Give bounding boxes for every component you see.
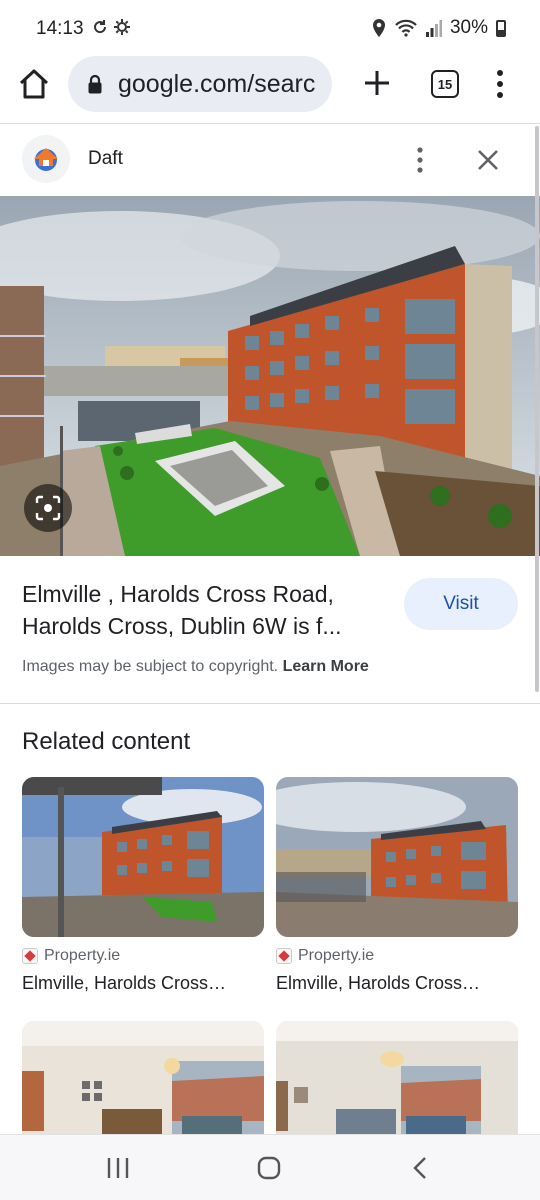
browser-toolbar: google.com/searc 15	[0, 56, 540, 122]
more-options-icon[interactable]	[408, 146, 432, 174]
source-header: Daft	[0, 124, 540, 196]
location-icon	[372, 19, 385, 37]
related-thumbnail[interactable]	[276, 777, 518, 937]
overflow-menu-icon[interactable]	[488, 68, 512, 100]
home-icon[interactable]	[16, 66, 52, 102]
tab-switcher-button[interactable]: 15	[431, 70, 459, 98]
wifi-icon	[395, 19, 417, 37]
system-navigation-bar	[0, 1134, 540, 1200]
sync-icon	[94, 20, 107, 34]
lock-icon	[88, 74, 102, 94]
status-bar: 14:13 30%	[0, 0, 540, 56]
card-title[interactable]: Elmville, Harolds Cross…	[276, 973, 518, 994]
source-name: Daft	[88, 148, 123, 169]
scrollbar[interactable]	[535, 126, 539, 692]
visit-button[interactable]: Visit	[404, 578, 518, 630]
related-card[interactable]	[276, 1021, 518, 1134]
related-card[interactable]: Property.ie Elmville, Harolds Cross…	[22, 777, 264, 994]
section-divider	[0, 703, 540, 704]
card-source-name: Property.ie	[298, 947, 375, 964]
card-title[interactable]: Elmville, Harolds Cross…	[22, 973, 264, 994]
property-ie-favicon-icon	[22, 948, 38, 964]
copyright-text: Images may be subject to copyright.	[22, 658, 279, 675]
recent-apps-icon[interactable]	[106, 1157, 130, 1179]
home-nav-icon[interactable]	[257, 1156, 281, 1180]
battery-percent: 30%	[449, 17, 488, 38]
result-image[interactable]	[0, 196, 540, 556]
lens-search-button[interactable]	[24, 484, 72, 532]
related-thumbnail[interactable]	[22, 1021, 264, 1134]
copyright-notice: Images may be subject to copyright. Lear…	[22, 658, 369, 676]
settings-gear-icon	[114, 19, 130, 35]
signal-icon	[425, 20, 442, 37]
address-bar[interactable]: google.com/searc	[68, 56, 332, 112]
back-icon[interactable]	[411, 1156, 429, 1180]
lens-icon	[35, 495, 61, 521]
card-source-name: Property.ie	[44, 947, 121, 964]
battery-icon	[496, 19, 506, 37]
related-content-heading: Related content	[22, 728, 191, 755]
status-time: 14:13	[36, 18, 84, 39]
property-ie-favicon-icon	[276, 948, 292, 964]
url-text: google.com/searc	[118, 69, 316, 98]
related-thumbnail[interactable]	[276, 1021, 518, 1134]
related-card[interactable]: Property.ie Elmville, Harolds Cross…	[276, 777, 518, 994]
result-title[interactable]: Elmville , Harolds Cross Road, Harolds C…	[22, 578, 392, 642]
related-thumbnail[interactable]	[22, 777, 264, 937]
new-tab-plus-icon[interactable]	[360, 66, 394, 100]
learn-more-link[interactable]: Learn More	[283, 658, 369, 675]
related-card[interactable]	[22, 1021, 264, 1134]
close-icon[interactable]	[474, 146, 502, 174]
daft-logo	[22, 135, 70, 183]
